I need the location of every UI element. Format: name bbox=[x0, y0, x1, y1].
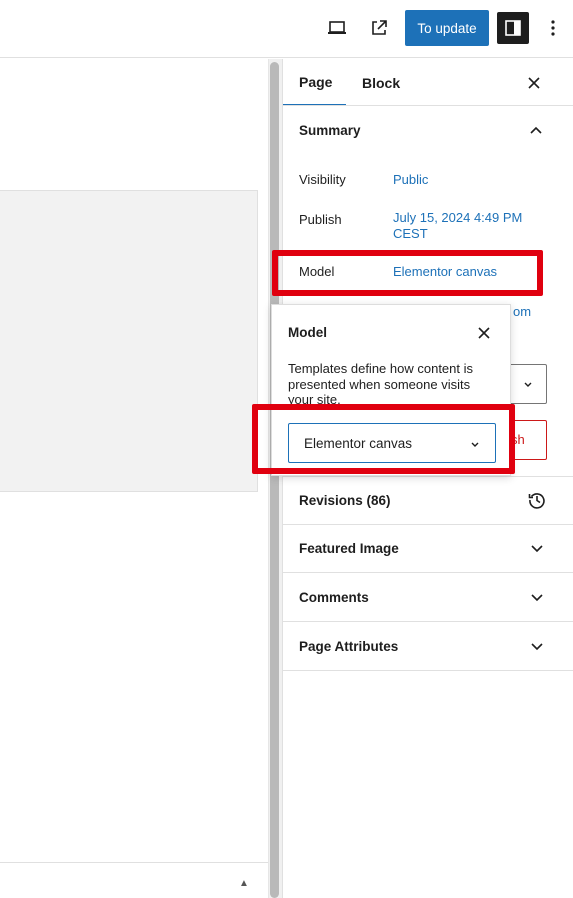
revision-history-icon bbox=[528, 491, 546, 514]
chevron-down-icon bbox=[530, 541, 544, 555]
template-select[interactable]: Elementor canvas bbox=[288, 423, 496, 463]
close-popover-icon[interactable] bbox=[478, 326, 492, 340]
model-link[interactable]: Elementor canvas bbox=[393, 264, 497, 280]
chevron-down-icon bbox=[471, 442, 479, 447]
revisions-title: Revisions (86) bbox=[299, 493, 391, 508]
publish-date-link[interactable]: July 15, 2024 4:49 PM CEST bbox=[393, 210, 522, 242]
visibility-label: Visibility bbox=[299, 172, 346, 187]
model-label: Model bbox=[299, 264, 335, 279]
more-options-icon[interactable] bbox=[543, 16, 563, 40]
canvas-content-block[interactable] bbox=[0, 190, 258, 492]
description-line: Templates define how content is bbox=[288, 361, 473, 376]
comments-title: Comments bbox=[299, 590, 369, 605]
publish-label: Publish bbox=[299, 212, 342, 227]
settings-sidebar: Page Block Summary Visibility Public Pub… bbox=[282, 59, 573, 898]
popover-title: Model bbox=[288, 325, 327, 340]
template-popover: Model Templates define how content is pr… bbox=[271, 304, 511, 476]
partially-hidden-select[interactable] bbox=[511, 364, 547, 404]
tab-block[interactable]: Block bbox=[362, 59, 400, 106]
editor-top-bar: To update bbox=[0, 0, 573, 58]
comments-panel[interactable]: Comments bbox=[283, 573, 573, 622]
description-line: your site. bbox=[288, 392, 341, 407]
revisions-panel[interactable]: Revisions (86) bbox=[283, 476, 573, 525]
partially-hidden-link[interactable]: om bbox=[513, 304, 531, 320]
summary-panel-title[interactable]: Summary bbox=[299, 123, 361, 138]
close-sidebar-icon[interactable] bbox=[526, 75, 542, 91]
partially-hidden-danger-button[interactable]: sh bbox=[511, 420, 547, 460]
external-link-icon[interactable] bbox=[367, 16, 391, 40]
template-select-value: Elementor canvas bbox=[304, 435, 413, 451]
chevron-up-icon[interactable] bbox=[529, 123, 543, 137]
chevron-down-icon bbox=[530, 590, 544, 604]
page-attributes-panel[interactable]: Page Attributes bbox=[283, 622, 573, 671]
update-button[interactable]: To update bbox=[405, 10, 489, 46]
featured-image-panel[interactable]: Featured Image bbox=[283, 524, 573, 573]
scrollbar-thumb[interactable] bbox=[270, 62, 279, 898]
publish-date-line2: CEST bbox=[393, 226, 428, 241]
tab-page[interactable]: Page bbox=[283, 59, 346, 106]
sidebar-toggle-icon[interactable] bbox=[497, 12, 529, 44]
tabs-divider bbox=[283, 105, 573, 106]
visibility-link[interactable]: Public bbox=[393, 172, 428, 188]
page-attributes-title: Page Attributes bbox=[299, 639, 399, 654]
description-line: presented when someone visits bbox=[288, 376, 471, 392]
canvas-footer bbox=[0, 862, 268, 898]
danger-button-fragment: sh bbox=[511, 432, 525, 447]
publish-date-line1: July 15, 2024 4:49 PM bbox=[393, 210, 523, 225]
desktop-preview-icon[interactable] bbox=[325, 16, 349, 40]
featured-image-title: Featured Image bbox=[299, 541, 399, 556]
triangle-up-icon[interactable]: ▲ bbox=[239, 878, 249, 889]
chevron-down-icon bbox=[530, 639, 544, 653]
popover-description: Templates define how content is presente… bbox=[288, 361, 498, 408]
